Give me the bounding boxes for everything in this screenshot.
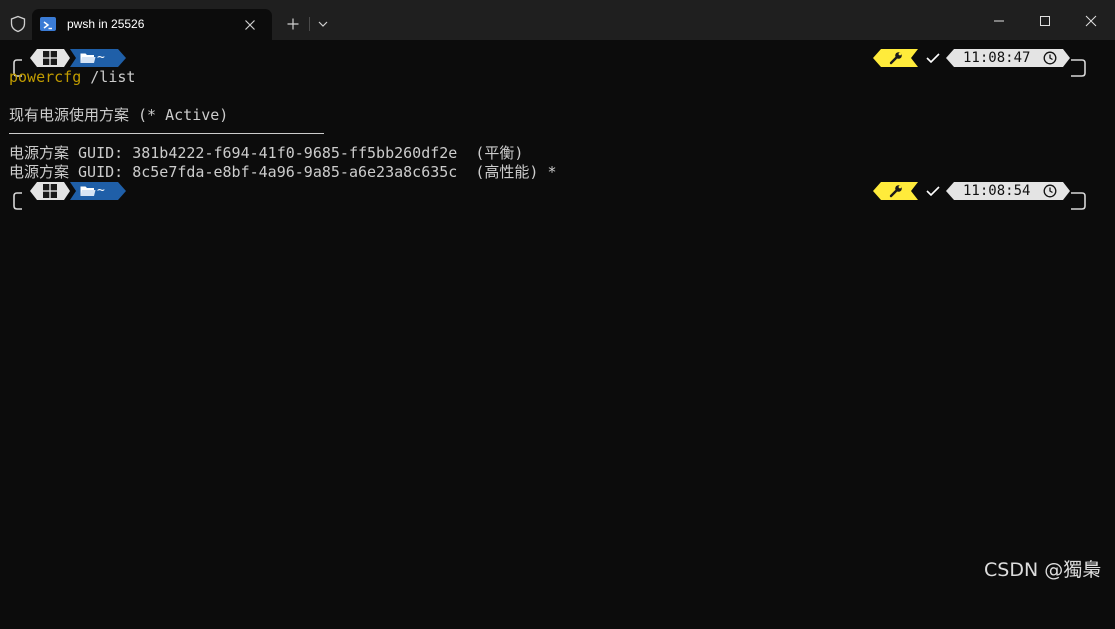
folder-icon [80,186,96,196]
path-segment: ~ [70,49,126,67]
command-args: /list [81,68,136,86]
tool-segment [873,49,918,67]
terminal-content[interactable]: ~ 11:08:47 powercfg /list 现有电源使用方案 (* Ac… [0,40,1115,629]
output-header: 现有电源使用方案 (* Active) [9,106,229,124]
output-divider [9,133,324,134]
tab-divider [309,17,310,31]
status-segment [918,49,948,67]
tab-pwsh[interactable]: pwsh in 25526 [32,9,272,40]
maximize-icon [1040,16,1050,26]
close-window-button[interactable] [1068,0,1114,40]
tab-title: pwsh in 25526 [67,17,145,31]
prompt-line: ~ 11:08:47 [0,49,1115,87]
prompt-time: 11:08:47 [963,50,1031,66]
os-segment [30,182,70,200]
output-line: 电源方案 GUID: 381b4222-f694-41f0-9685-ff5bb… [9,144,524,162]
prompt-bracket-left [13,192,22,210]
clock-icon [1043,184,1057,198]
powershell-icon [40,17,56,31]
prompt-line: ~ 11:08:54 [0,182,1115,220]
command-name: powercfg [9,68,82,86]
path-segment: ~ [70,182,126,200]
windows-icon [43,51,57,65]
time-segment: 11:08:54 [946,182,1070,200]
maximize-button[interactable] [1022,0,1068,40]
watermark: CSDN @獨梟 [984,559,1102,581]
plus-icon[interactable] [283,14,303,34]
command-line: powercfg /list [9,68,135,87]
clock-icon [1043,51,1057,65]
prompt-bracket-right [1071,192,1086,210]
close-icon [1085,15,1097,27]
minimize-icon [994,20,1004,22]
time-segment: 11:08:47 [946,49,1070,67]
close-icon[interactable] [240,15,260,35]
wrench-icon [889,52,902,65]
prompt-bracket-right [1071,59,1086,77]
check-icon [926,186,940,196]
title-bar: pwsh in 25526 [0,0,1115,40]
path-text: ~ [97,50,105,65]
check-icon [926,53,940,63]
windows-icon [43,184,57,198]
output-line: 电源方案 GUID: 8c5e7fda-e8bf-4a96-9a85-a6e23… [9,163,557,181]
chevron-down-icon[interactable] [313,14,333,34]
status-segment [918,182,948,200]
folder-icon [80,53,96,63]
shield-icon [10,15,26,33]
minimize-button[interactable] [976,0,1022,40]
prompt-time: 11:08:54 [963,183,1031,199]
terminal-window: pwsh in 25526 ~ 11:08:47 powercfg /list … [0,0,1115,629]
path-text: ~ [97,183,105,198]
wrench-icon [889,185,902,198]
os-segment [30,49,70,67]
tool-segment [873,182,918,200]
